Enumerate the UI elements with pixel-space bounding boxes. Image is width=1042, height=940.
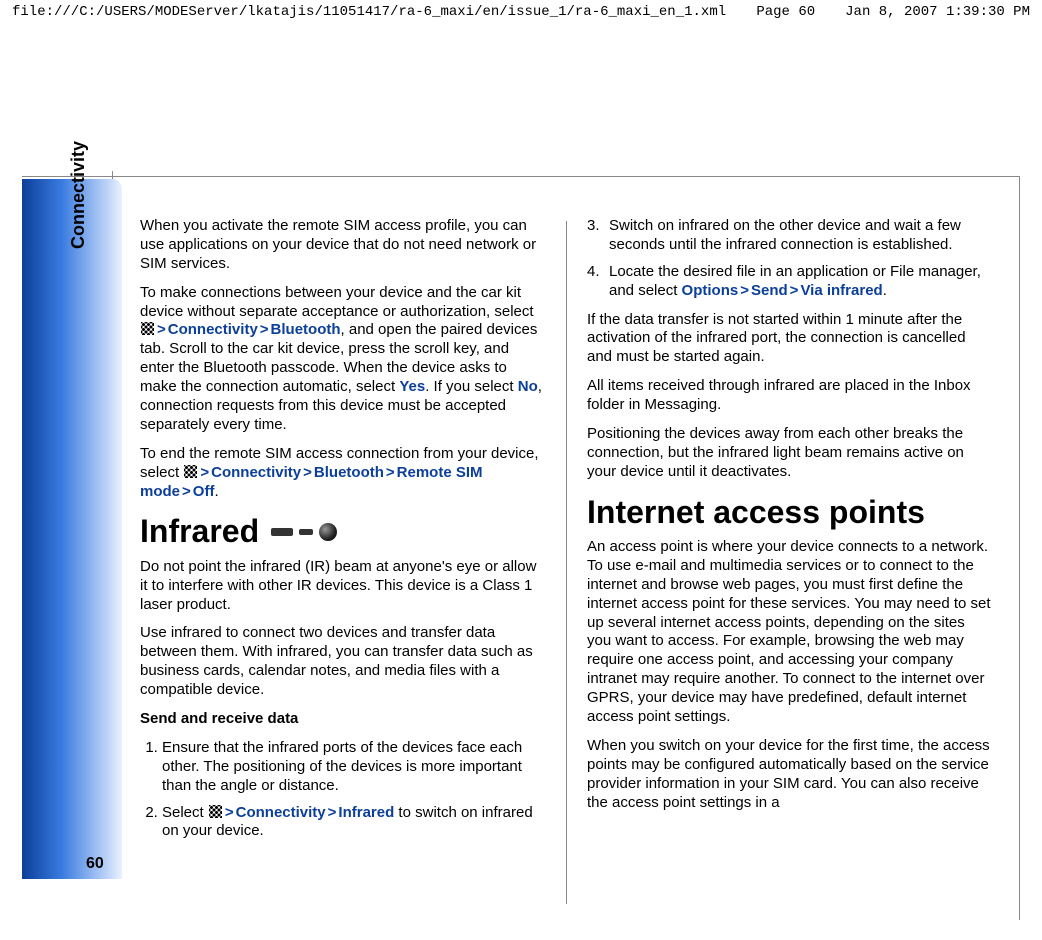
column-right: Switch on infrared on the other device a…	[587, 217, 993, 912]
file-path: file:///C:/USERS/MODEServer/lkatajis/110…	[12, 4, 726, 28]
paragraph: An access point is where your device con…	[587, 538, 993, 727]
chevron-icon: >	[384, 464, 397, 481]
page-number: 60	[86, 855, 104, 873]
list-item: Ensure that the infrared ports of the de…	[162, 739, 546, 796]
ordered-list: Ensure that the infrared ports of the de…	[140, 739, 546, 841]
menu-path-item: Infrared	[338, 804, 394, 821]
ordered-list-continued: Switch on infrared on the other device a…	[587, 217, 993, 301]
print-header: file:///C:/USERS/MODEServer/lkatajis/110…	[0, 0, 1042, 28]
list-item: Switch on infrared on the other device a…	[609, 217, 993, 255]
menu-path-item: Yes	[399, 378, 425, 395]
menu-path-item: No	[518, 378, 538, 395]
menu-path-item: Bluetooth	[271, 321, 341, 338]
print-timestamp: Jan 8, 2007 1:39:30 PM	[845, 4, 1030, 28]
menu-icon	[184, 465, 197, 478]
heading-internet-access-points: Internet access points	[587, 492, 993, 532]
paragraph: To make connections between your device …	[140, 284, 546, 435]
infrared-icon	[271, 523, 337, 541]
menu-path-item: Connectivity	[168, 321, 258, 338]
section-label: Connectivity	[68, 141, 89, 249]
page-frame: Connectivity 60 When you activate the re…	[22, 176, 1020, 920]
chevron-icon: >	[258, 321, 271, 338]
chevron-icon: >	[738, 282, 751, 299]
menu-path-item: Options	[682, 282, 739, 299]
list-item: Locate the desired file in an applicatio…	[609, 263, 993, 301]
paragraph: To end the remote SIM access connection …	[140, 445, 546, 502]
chevron-icon: >	[326, 804, 339, 821]
paragraph: When you activate the remote SIM access …	[140, 217, 546, 274]
page-indicator: Page 60	[756, 4, 815, 28]
chevron-icon: >	[788, 282, 801, 299]
paragraph: When you switch on your device for the f…	[587, 737, 993, 813]
chevron-icon: >	[198, 464, 211, 481]
menu-path-item: Bluetooth	[314, 464, 384, 481]
heading-infrared: Infrared	[140, 511, 546, 551]
chevron-icon: >	[155, 321, 168, 338]
column-divider	[566, 221, 567, 904]
paragraph: If the data transfer is not started with…	[587, 311, 993, 368]
column-left: When you activate the remote SIM access …	[140, 217, 546, 912]
side-tab: Connectivity 60	[22, 179, 122, 879]
chevron-icon: >	[223, 804, 236, 821]
paragraph: All items received through infrared are …	[587, 377, 993, 415]
menu-path-item: Off	[193, 483, 215, 500]
chevron-icon: >	[301, 464, 314, 481]
chevron-icon: >	[180, 483, 193, 500]
menu-path-item: Connectivity	[236, 804, 326, 821]
paragraph: Do not point the infrared (IR) beam at a…	[140, 558, 546, 615]
list-item: Select >Connectivity>Infrared to switch …	[162, 804, 546, 842]
subheading: Send and receive data	[140, 710, 546, 729]
menu-icon	[209, 805, 222, 818]
menu-icon	[141, 322, 154, 335]
menu-path-item: Send	[751, 282, 788, 299]
menu-path-item: Via infrared	[800, 282, 882, 299]
menu-path-item: Connectivity	[211, 464, 301, 481]
paragraph: Use infrared to connect two devices and …	[140, 624, 546, 700]
paragraph: Positioning the devices away from each o…	[587, 425, 993, 482]
